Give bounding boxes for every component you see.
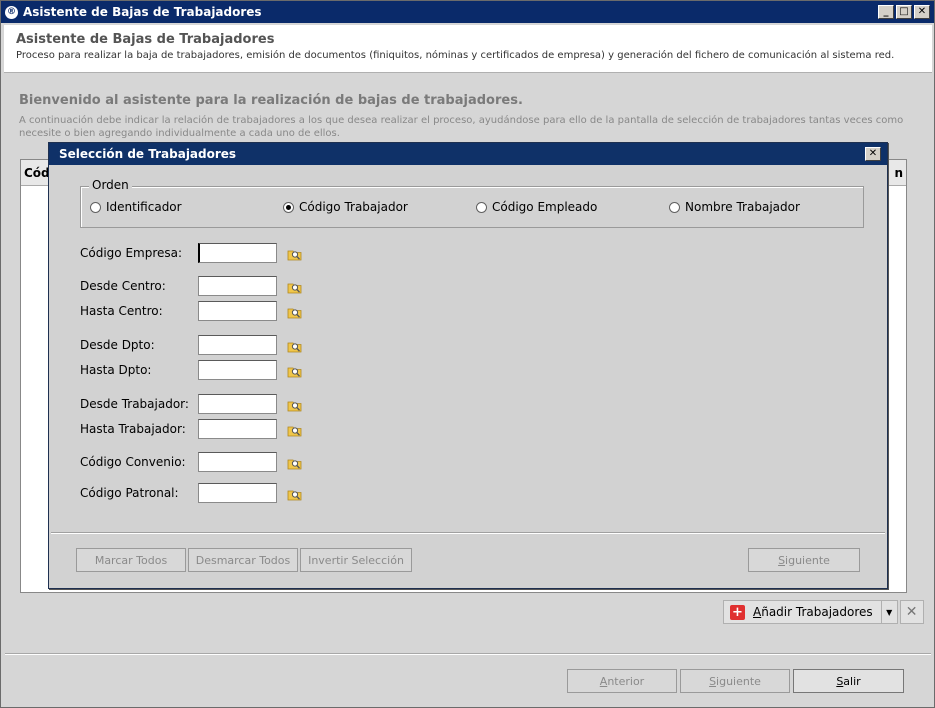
remove-worker-button[interactable]: ✕ [899,600,924,624]
order-radio-codigo-empleado[interactable]: Código Empleado [476,200,597,214]
exit-button[interactable]: Salir [793,669,904,693]
hasta-trabajador-input[interactable] [199,420,276,438]
order-radio-nombre-trabajador[interactable]: Nombre Trabajador [669,200,800,214]
desde-centro-label: Desde Centro: [80,279,166,293]
desde-dpto-label: Desde Dpto: [80,338,155,352]
window-title-bar[interactable]: ® Asistente de Bajas de Trabajadores _ □… [1,1,934,23]
invert-selection-button[interactable]: Invertir Selección [300,548,412,572]
codigo-patronal-field[interactable] [198,483,277,503]
order-legend: Orden [89,178,132,192]
codigo-convenio-label: Código Convenio: [80,455,186,469]
desde-trabajador-input[interactable] [199,395,276,413]
search-icon[interactable] [287,455,302,470]
desde-centro-field[interactable] [198,276,277,296]
radio-icon [476,201,487,213]
codigo-convenio-input[interactable] [199,453,276,471]
close-icon: ✕ [905,604,918,620]
search-icon[interactable] [287,486,302,501]
codigo-patronal-label: Código Patronal: [80,486,179,500]
welcome-text: Bienvenido al asistente para la realizac… [19,93,523,108]
add-workers-dropdown-button[interactable]: ▼ [881,600,898,624]
search-icon[interactable] [287,304,302,319]
dialog-title: Selección de Trabajadores [59,147,237,161]
hasta-centro-field[interactable] [198,301,277,321]
footer-divider [5,653,931,655]
unmark-all-button[interactable]: Desmarcar Todos [188,548,298,572]
hasta-dpto-field[interactable] [198,360,277,380]
search-icon[interactable] [287,422,302,437]
desde-dpto-input[interactable] [199,336,276,354]
add-icon: + [730,604,745,620]
add-workers-button[interactable]: + Añadir Trabajadores [723,600,882,624]
dialog-next-button[interactable]: Siguiente [748,548,860,572]
desde-trabajador-field[interactable] [198,394,277,414]
next-button[interactable]: Siguiente [680,669,790,693]
maximize-button[interactable]: □ [896,5,912,19]
minimize-button[interactable]: _ [878,5,894,19]
dialog-divider [51,532,885,534]
search-icon[interactable] [287,397,302,412]
codigo-patronal-input[interactable] [199,484,276,502]
close-button[interactable]: ✕ [914,5,930,19]
hasta-trabajador-label: Hasta Trabajador: [80,422,186,436]
hasta-centro-label: Hasta Centro: [80,304,163,318]
codigo-empresa-field[interactable] [198,243,277,263]
hasta-dpto-label: Hasta Dpto: [80,363,152,377]
radio-icon [669,201,680,213]
codigo-convenio-field[interactable] [198,452,277,472]
search-icon[interactable] [287,338,302,353]
codigo-empresa-input[interactable] [200,244,276,262]
order-group: Orden Identificador Código Trabajador Có… [80,178,864,228]
hasta-centro-input[interactable] [199,302,276,320]
desde-dpto-field[interactable] [198,335,277,355]
hasta-dpto-input[interactable] [199,361,276,379]
select-workers-dialog: Selección de Trabajadores ✕ Orden Identi… [48,142,888,589]
mark-all-button[interactable]: Marcar Todos [76,548,186,572]
dialog-title-bar[interactable]: Selección de Trabajadores [49,143,887,165]
wizard-header: Asistente de Bajas de Trabajadores Proce… [4,25,932,73]
chevron-down-icon: ▼ [886,607,893,617]
back-button[interactable]: Anterior [567,669,677,693]
wizard-subtitle: Proceso para realizar la baja de trabaja… [16,50,895,61]
wizard-title: Asistente de Bajas de Trabajadores [16,32,275,47]
window-title: Asistente de Bajas de Trabajadores [23,5,262,19]
radio-icon [90,201,101,213]
search-icon[interactable] [287,363,302,378]
order-radio-identificador[interactable]: Identificador [90,200,182,214]
order-radio-codigo-trabajador[interactable]: Código Trabajador [283,200,408,214]
add-workers-group: + Añadir Trabajadores ▼ ✕ [723,600,924,624]
desde-centro-input[interactable] [199,277,276,295]
codigo-empresa-label: Código Empresa: [80,246,183,260]
radio-selected-icon [283,201,294,213]
search-icon[interactable] [287,246,302,261]
dialog-close-button[interactable]: ✕ [865,147,881,161]
intro-text: A continuación debe indicar la relación … [19,115,904,139]
grid-column-header[interactable]: n [894,166,903,180]
app-icon: ® [5,5,18,19]
hasta-trabajador-field[interactable] [198,419,277,439]
desde-trabajador-label: Desde Trabajador: [80,397,189,411]
search-icon[interactable] [287,279,302,294]
